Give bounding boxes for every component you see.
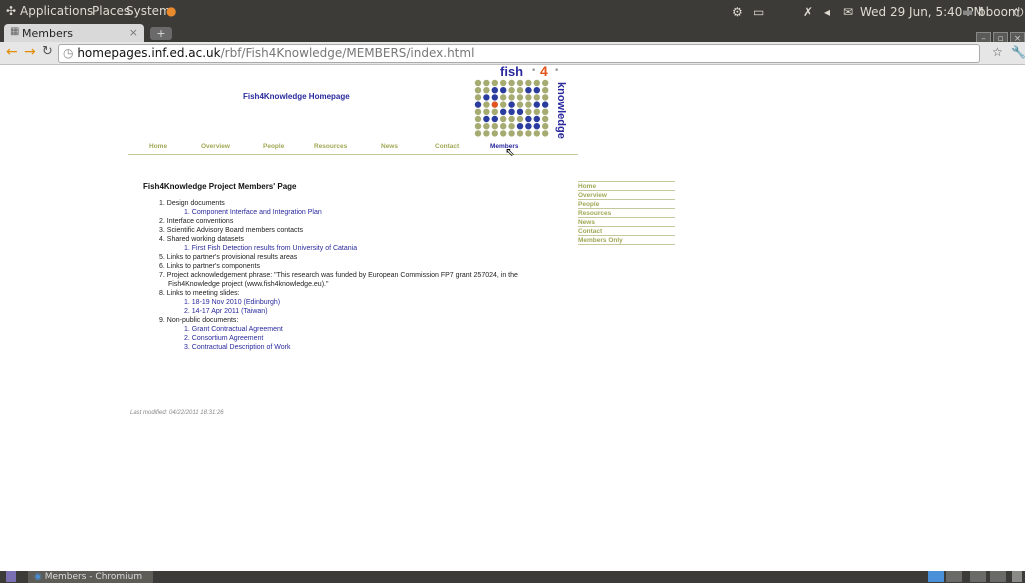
workspace-4[interactable] xyxy=(990,571,1006,582)
power-icon[interactable]: ⏻ xyxy=(1014,5,1024,20)
forward-icon[interactable]: → xyxy=(24,44,36,60)
logo-word-fish: fish xyxy=(500,64,524,79)
link-component-interface[interactable]: 1. Component Interface and Integration P… xyxy=(184,209,322,216)
places-menu[interactable]: Places xyxy=(92,4,130,18)
list-item: 3. Scientific Advisory Board members con… xyxy=(159,227,303,234)
nav-resources[interactable]: Resources xyxy=(314,143,347,150)
link-edinburgh-slides[interactable]: 1. 18-19 Nov 2010 (Edinburgh) xyxy=(184,299,280,306)
workspace-3[interactable] xyxy=(970,571,986,582)
taskbar-item-label: Members - Chromium xyxy=(44,572,143,582)
nav-home[interactable]: Home xyxy=(149,143,167,150)
top-panel: ✣ Applications Places System ● ⚙ ▭ ✗ ◂ ✉… xyxy=(0,0,1025,23)
tab-title: Members xyxy=(22,27,73,40)
list-item: 4. Shared working datasets xyxy=(159,236,244,243)
new-tab-button[interactable]: + xyxy=(150,27,172,40)
logo-dot-2: • xyxy=(554,66,560,76)
link-taiwan-slides[interactable]: 2. 14-17 Apr 2011 (Taiwan) xyxy=(184,308,268,315)
bluetooth-icon[interactable]: ✗ xyxy=(803,5,813,19)
url-host: homepages.inf.ed.ac.uk xyxy=(77,46,221,60)
web-page: Fish4Knowledge Homepage fish • 4 • knowl… xyxy=(0,63,1025,571)
list-item: 6. Links to partner's components xyxy=(159,263,260,270)
logo-dot-1: • xyxy=(531,66,537,76)
back-icon[interactable]: ← xyxy=(6,44,18,60)
sidebar-item-news[interactable]: News xyxy=(578,217,675,226)
bottom-panel: ◉ Members - Chromium xyxy=(0,571,1025,583)
list-item: 5. Links to partner's provisional result… xyxy=(159,254,298,261)
list-item: 9. Non-public documents: xyxy=(159,317,239,324)
window-controls: – ▫ × xyxy=(974,26,1025,46)
chromium-icon: ◉ xyxy=(34,572,42,582)
user-status-icon: ▬ xyxy=(962,5,974,19)
page-heading: Fish4Knowledge Project Members' Page xyxy=(143,182,297,191)
applications-menu[interactable]: Applications xyxy=(20,4,93,18)
system-menu[interactable]: System xyxy=(126,4,171,18)
url-path: /rbf/Fish4Knowledge/MEMBERS/index.html xyxy=(220,46,475,60)
reload-icon[interactable]: ↻ xyxy=(42,44,53,59)
display-icon[interactable]: ▭ xyxy=(753,5,764,19)
link-description-of-work[interactable]: 3. Contractual Description of Work xyxy=(184,344,290,351)
mail-icon[interactable]: ✉ xyxy=(843,5,853,19)
workspace-1[interactable] xyxy=(928,571,944,582)
sidebar-item-overview[interactable]: Overview xyxy=(578,190,675,199)
link-grant-agreement[interactable]: 1. Grant Contractual Agreement xyxy=(184,326,283,333)
ubuntu-logo-icon: ✣ xyxy=(6,4,17,18)
logo-dot-grid-icon xyxy=(474,79,549,137)
volume-icon[interactable]: ◂ xyxy=(824,5,830,19)
nav-overview[interactable]: Overview xyxy=(201,143,230,150)
sidebar-item-contact[interactable]: Contact xyxy=(578,226,675,235)
logo-word-knowledge: knowledge xyxy=(555,82,567,139)
link-fish-detection-results[interactable]: 1. First Fish Detection results from Uni… xyxy=(184,245,357,252)
fish4knowledge-logo[interactable]: fish • 4 • knowledge xyxy=(474,63,578,140)
mouse-cursor-icon: ⇖ xyxy=(505,145,516,159)
bookmark-star-icon[interactable]: ☆ xyxy=(992,45,1003,59)
site-header-title[interactable]: Fish4Knowledge Homepage xyxy=(243,92,350,101)
tab-members[interactable]: ▦ Members × xyxy=(4,24,144,42)
show-desktop-icon[interactable] xyxy=(6,571,16,582)
wrench-icon[interactable]: 🔧 xyxy=(1011,45,1025,59)
page-favicon-icon: ▦ xyxy=(10,26,20,37)
sidebar-item-members-only[interactable]: Members Only xyxy=(578,235,675,245)
address-bar[interactable]: ◷ homepages.inf.ed.ac.uk/rbf/Fish4Knowle… xyxy=(58,44,980,63)
logo-number-4: 4 xyxy=(540,63,548,79)
list-item: 7. Project acknowledgement phrase: "This… xyxy=(159,272,518,279)
sidebar-item-people[interactable]: People xyxy=(578,199,675,208)
taskbar-item-chromium[interactable]: ◉ Members - Chromium xyxy=(28,571,153,583)
firefox-launcher-icon[interactable]: ● xyxy=(166,4,176,18)
link-consortium-agreement[interactable]: 2. Consortium Agreement xyxy=(184,335,263,342)
nav-news[interactable]: News xyxy=(381,143,398,150)
last-modified: Last modified: 04/22/2011 18:31:26 xyxy=(130,410,224,416)
nav-contact[interactable]: Contact xyxy=(435,143,459,150)
workspace-2[interactable] xyxy=(946,571,962,582)
network-icon[interactable]: ⚙ xyxy=(732,5,743,19)
close-tab-icon[interactable]: × xyxy=(129,26,138,39)
list-item-continuation: Fish4Knowledge project (www.fish4knowled… xyxy=(168,281,329,288)
list-item: 2. Interface conventions xyxy=(159,218,234,225)
list-item: 1. Design documents xyxy=(159,200,225,207)
list-item: 8. Links to meeting slides: xyxy=(159,290,240,297)
sidebar-item-home[interactable]: Home xyxy=(578,181,675,190)
nav-people[interactable]: People xyxy=(263,143,284,150)
sidebar-item-resources[interactable]: Resources xyxy=(578,208,675,217)
page-info-icon[interactable]: ◷ xyxy=(63,46,73,60)
trash-icon[interactable] xyxy=(1012,571,1022,582)
